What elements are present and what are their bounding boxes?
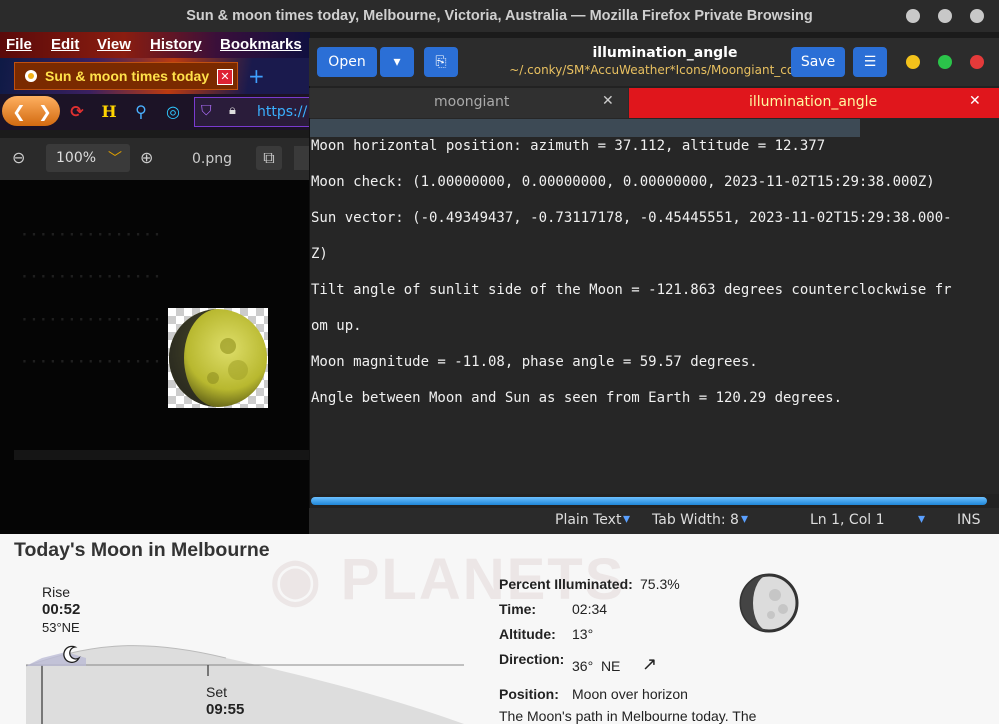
image-filename: 0.png	[192, 151, 233, 167]
direction-arrow-icon: ↗	[642, 654, 658, 674]
editor-text[interactable]: Moon horizontal position: azimuth = 37.1…	[311, 119, 995, 425]
private-shield-icon: ⛉	[201, 103, 212, 119]
editor-line: Moon horizontal position: azimuth = 37.1…	[311, 138, 826, 154]
percent-illuminated-value: 75.3%	[640, 576, 680, 592]
editor-line: om up.	[311, 318, 362, 334]
editor-line: Angle between Moon and Sun as seen from …	[311, 390, 843, 406]
editor-line: Sun vector: (-0.49349437, -0.73117178, -…	[311, 210, 952, 226]
chevron-down-icon: ﹀	[108, 151, 122, 167]
menu-edit[interactable]: Edit	[51, 36, 79, 53]
chevron-down-icon: ▾	[741, 511, 749, 527]
gedit-minimize-button[interactable]	[906, 55, 920, 69]
faint-row: · · · · · · · · · · · · · · ·	[22, 228, 160, 243]
firefox-window-title: Sun & moon times today, Melbourne, Victo…	[186, 8, 813, 24]
close-icon[interactable]: ✕	[602, 93, 614, 109]
viewer-menu-button[interactable]	[294, 146, 310, 170]
reload-icon[interactable]: ⟳	[66, 101, 88, 123]
tab-close-icon[interactable]: ✕	[217, 69, 233, 85]
menu-view[interactable]: View	[97, 36, 131, 53]
firefox-menubar: File Edit View History Bookmarks	[0, 32, 310, 58]
zoom-level-dropdown[interactable]: 100% ﹀	[46, 144, 130, 172]
editor-line: Tilt angle of sunlit side of the Moon = …	[311, 282, 952, 298]
position-label: Position:	[499, 686, 559, 702]
gedit-maximize-button[interactable]	[938, 55, 952, 69]
loading-progress-bar	[311, 497, 987, 505]
zoom-in-icon[interactable]: ⊕	[140, 148, 153, 167]
minimize-button[interactable]	[906, 9, 920, 23]
hamburger-menu-icon[interactable]: ☰	[853, 47, 887, 77]
close-icon[interactable]: ✕	[969, 93, 981, 109]
tab-moongiant[interactable]: moongiant ✕	[310, 88, 628, 118]
extension-icon[interactable]: ◎	[162, 101, 184, 123]
faint-row: · · · · · · · · · · · · · · ·	[22, 355, 160, 370]
moon-path-chart	[26, 645, 464, 724]
home-icon[interactable]: H	[98, 101, 120, 123]
tab-width-selector[interactable]: Tab Width: 8	[652, 512, 739, 528]
menu-bookmarks[interactable]: Bookmarks	[220, 36, 302, 53]
altitude-value: 13°	[572, 626, 594, 642]
zoom-out-icon[interactable]: ⊖	[12, 148, 25, 167]
position-value: Moon over horizon	[572, 686, 688, 702]
crescent-moon-icon	[63, 645, 81, 663]
moon-phase-icon	[169, 309, 267, 407]
cursor-position[interactable]: Ln 1, Col 1	[810, 512, 885, 528]
set-label: Set	[206, 684, 228, 700]
maximize-button[interactable]	[938, 9, 952, 23]
lock-icon: 🔒︎	[229, 103, 236, 118]
save-button[interactable]: Save	[791, 47, 845, 77]
forward-icon[interactable]: ❯	[34, 101, 56, 123]
page-title: Today's Moon in Melbourne	[14, 539, 270, 561]
rise-direction: 53°NE	[42, 620, 80, 635]
editor-line: Moon check: (1.00000000, 0.00000000, 0.0…	[311, 174, 935, 190]
search-icon[interactable]: ⚲	[130, 101, 152, 123]
open-dropdown-button[interactable]: ▾	[380, 47, 414, 77]
faint-row: · · · · · · · · · · · · · · ·	[22, 270, 160, 285]
set-time: 09:55	[206, 701, 245, 718]
editor-line: Z)	[311, 246, 328, 262]
back-icon[interactable]: ❮	[8, 101, 30, 123]
fit-window-icon[interactable]: ⧉	[256, 146, 282, 170]
sun-favicon-icon	[25, 70, 37, 82]
gedit-close-button[interactable]	[970, 55, 984, 69]
rise-time: 00:52	[42, 601, 81, 618]
percent-illuminated-label: Percent Illuminated:	[499, 576, 633, 592]
close-button[interactable]	[970, 9, 984, 23]
new-tab-icon[interactable]: +	[248, 64, 265, 88]
tab-label: moongiant	[434, 94, 510, 110]
tab-illumination-angle[interactable]: illumination_angle ✕	[629, 88, 999, 118]
urlbar[interactable]: ⛉ 🔒︎ https://	[194, 97, 310, 127]
open-button[interactable]: Open	[317, 47, 377, 77]
time-label: Time:	[499, 601, 537, 617]
time-value: 02:34	[572, 601, 608, 617]
moon-path-paragraph: The Moon's path in Melbourne today. The	[499, 708, 757, 724]
faint-row: · · · · · · · · · · · · · · ·	[22, 313, 160, 328]
insert-mode: INS	[957, 512, 981, 528]
faint-divider	[14, 450, 310, 460]
gedit-statusbar: Plain Text ▾ Tab Width: 8 ▾ Ln 1, Col 1 …	[309, 508, 999, 534]
firefox-tab-sun-moon[interactable]: Sun & moon times today ✕	[14, 62, 238, 90]
tab-label: illumination_angle	[749, 94, 878, 110]
menu-file[interactable]: File	[6, 36, 32, 53]
firefox-tab-title: Sun & moon times today	[45, 68, 210, 84]
firefox-titlebar: Sun & moon times today, Melbourne, Victo…	[0, 0, 999, 32]
url-text: https://	[257, 104, 308, 120]
moon-image	[168, 308, 268, 408]
editor-line: Moon magnitude = -11.08, phase angle = 5…	[311, 354, 758, 370]
direction-value: 36° NE	[572, 658, 621, 674]
direction-label: Direction:	[499, 651, 565, 667]
chevron-down-icon: ▾	[623, 511, 631, 527]
altitude-label: Altitude:	[499, 626, 556, 642]
menu-history[interactable]: History	[150, 36, 202, 53]
chevron-down-icon: ▾	[918, 511, 926, 527]
moon-illumination-icon	[739, 573, 799, 633]
zoom-level: 100%	[56, 150, 97, 166]
rise-label: Rise	[42, 584, 71, 600]
syntax-selector[interactable]: Plain Text	[555, 512, 621, 528]
